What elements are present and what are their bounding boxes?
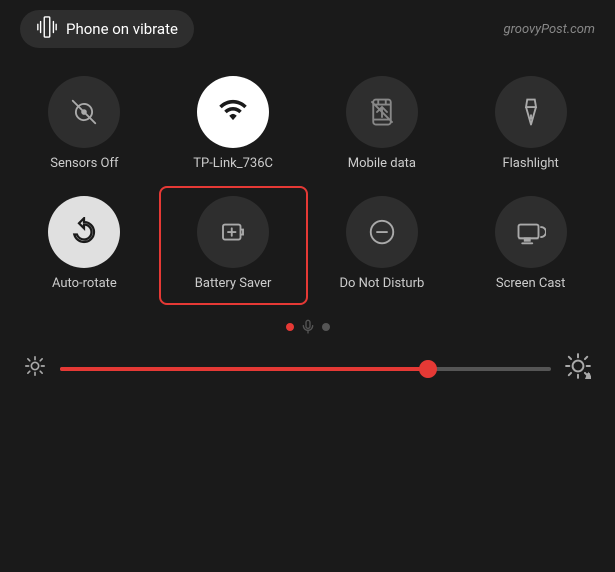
- mic-icon: [300, 319, 316, 335]
- svg-text:A: A: [586, 372, 591, 379]
- battery-saver-label: Battery Saver: [195, 276, 272, 292]
- tile-flashlight[interactable]: Flashlight: [456, 66, 605, 186]
- mobile-data-icon: [346, 76, 418, 148]
- quick-settings-grid: Sensors Off TP-Link_736C: [0, 56, 615, 305]
- top-bar: Phone on vibrate groovyPost.com: [0, 0, 615, 56]
- dnd-icon: [346, 196, 418, 268]
- brightness-slider[interactable]: [60, 367, 551, 371]
- page-indicator: [0, 305, 615, 345]
- flashlight-label: Flashlight: [502, 156, 558, 172]
- tile-dnd[interactable]: Do Not Disturb: [308, 186, 457, 306]
- tile-auto-rotate[interactable]: Auto-rotate: [10, 186, 159, 306]
- brightness-fill: [60, 367, 428, 371]
- tile-screen-cast[interactable]: Screen Cast: [456, 186, 605, 306]
- wifi-icon: [197, 76, 269, 148]
- mobile-data-label: Mobile data: [348, 156, 416, 172]
- vibrate-icon: [36, 16, 58, 42]
- brightness-thumb[interactable]: [419, 360, 437, 378]
- dot-inactive: [322, 323, 330, 331]
- tile-wifi[interactable]: TP-Link_736C: [159, 66, 308, 186]
- watermark: groovyPost.com: [504, 22, 595, 37]
- auto-rotate-label: Auto-rotate: [52, 276, 117, 292]
- sensors-off-icon: [48, 76, 120, 148]
- auto-rotate-icon: [48, 196, 120, 268]
- tile-sensors-off[interactable]: Sensors Off: [10, 66, 159, 186]
- tile-mobile-data[interactable]: Mobile data: [308, 66, 457, 186]
- flashlight-icon: [495, 76, 567, 148]
- wifi-label: TP-Link_736C: [193, 156, 273, 172]
- vibrate-pill[interactable]: Phone on vibrate: [20, 10, 194, 48]
- sensors-off-label: Sensors Off: [50, 156, 118, 172]
- brightness-min-icon: [24, 355, 46, 382]
- dnd-label: Do Not Disturb: [339, 276, 424, 292]
- brightness-control[interactable]: A: [0, 345, 615, 392]
- vibrate-label: Phone on vibrate: [66, 20, 178, 38]
- dot-active: [286, 323, 294, 331]
- screen-cast-label: Screen Cast: [496, 276, 566, 292]
- brightness-max-icon: A: [565, 353, 591, 384]
- battery-saver-icon: [197, 196, 269, 268]
- tile-battery-saver[interactable]: Battery Saver: [159, 186, 308, 306]
- screen-cast-icon: [495, 196, 567, 268]
